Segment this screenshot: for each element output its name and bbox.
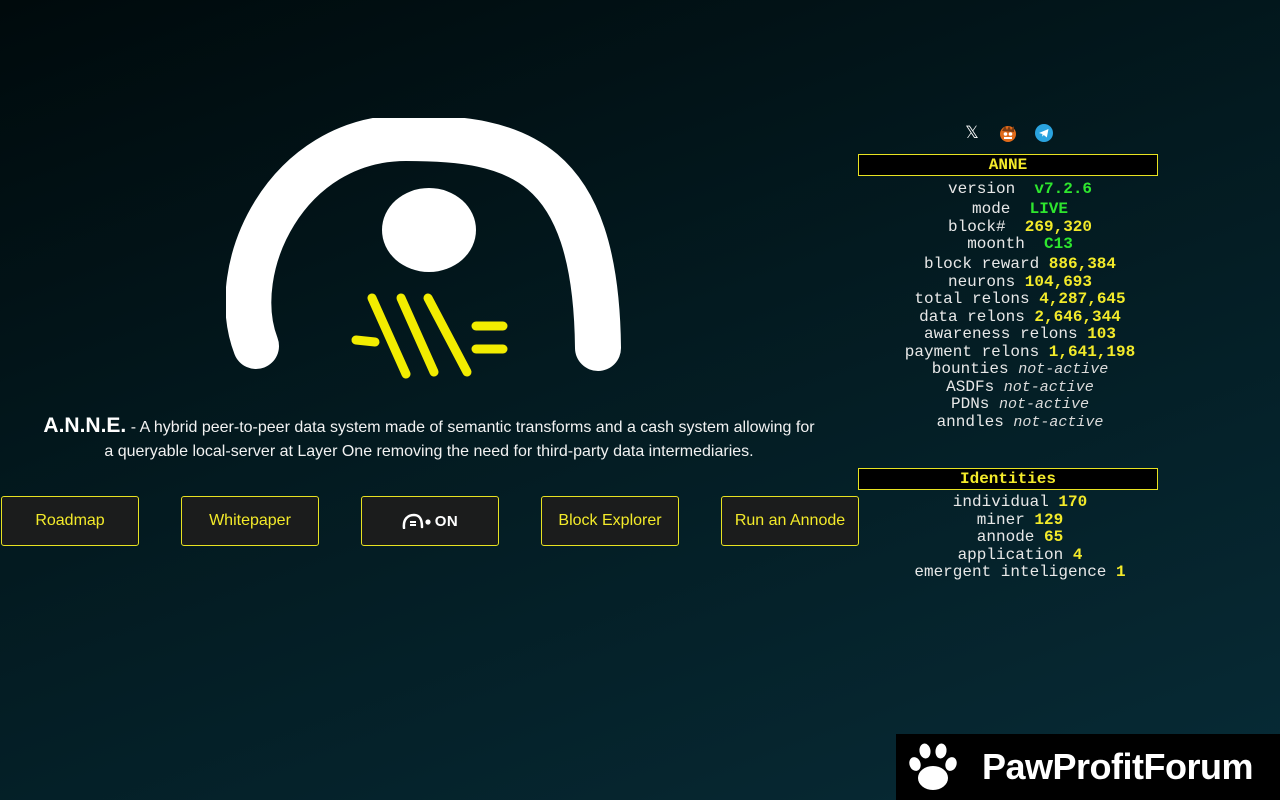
- stat-awareness-relons: awareness relons 103: [923, 325, 1117, 343]
- block-explorer-button[interactable]: Block Explorer: [541, 496, 679, 546]
- brand-name: A.N.N.E.: [43, 414, 127, 437]
- annode-on-button[interactable]: ON: [361, 496, 499, 546]
- anne-logo: [226, 118, 621, 379]
- identities-stats: individual 170 miner 129 annode 65 appli…: [820, 493, 1220, 582]
- telegram-icon[interactable]: [1034, 123, 1054, 143]
- identity-miner: miner 129: [976, 510, 1064, 529]
- stat-neurons: neurons 104,693: [947, 272, 1093, 291]
- stat-pdns: PDNs not-active: [950, 395, 1090, 413]
- identities-panel-title: Identities: [858, 468, 1158, 490]
- paw-icon: [909, 743, 957, 790]
- stat-asdfs: ASDFs not-active: [946, 377, 1094, 396]
- anne-panel-title: ANNE: [858, 154, 1158, 176]
- identity-annode: annode 65: [976, 528, 1064, 546]
- roadmap-button[interactable]: Roadmap: [1, 496, 139, 546]
- roadmap-label: Roadmap: [35, 512, 105, 529]
- anne-stats: version v7.2.6 mode LIVE block# 269,320 …: [820, 181, 1220, 431]
- stat-total-relons: total relons 4,287,645: [914, 290, 1126, 308]
- x-icon[interactable]: 𝕏: [962, 123, 982, 143]
- whitepaper-label: Whitepaper: [209, 512, 291, 529]
- stat-block: block# 269,320: [947, 217, 1093, 236]
- stat-moonth: moonth C13: [967, 235, 1073, 253]
- watermark-text: PawProfitForum: [982, 746, 1254, 787]
- block-explorer-label: Block Explorer: [558, 512, 662, 529]
- intro-description: - A hybrid peer-to-peer data system made…: [104, 419, 815, 460]
- identity-emergent-inteligence: emergent inteligence 1: [914, 563, 1126, 581]
- stat-anndles: anndles not-active: [936, 412, 1104, 431]
- stat-version: version v7.2.6: [947, 180, 1093, 198]
- stat-mode: mode LIVE: [971, 200, 1068, 218]
- stat-data-relons: data relons 2,646,344: [919, 307, 1121, 326]
- whitepaper-button[interactable]: Whitepaper: [181, 496, 319, 546]
- on-label: ON: [434, 512, 459, 530]
- monster-avatar-icon[interactable]: [998, 123, 1018, 143]
- identity-application: application 4: [957, 545, 1083, 564]
- stat-payment-relons: payment relons 1,641,198: [904, 342, 1136, 361]
- intro-text: A.N.N.E. - A hybrid peer-to-peer data sy…: [40, 414, 818, 464]
- identity-individual: individual 170: [952, 493, 1088, 511]
- social-links: 𝕏: [958, 123, 1058, 145]
- pawprofitforum-watermark: PawProfitForum: [896, 734, 1280, 800]
- stat-block-reward: block reward 886,384: [923, 255, 1117, 273]
- stat-bounties: bounties not-active: [931, 360, 1109, 378]
- annode-logo-icon: [402, 513, 431, 529]
